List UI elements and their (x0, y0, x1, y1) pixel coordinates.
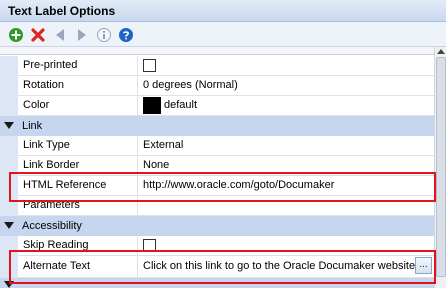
category-partial (0, 278, 434, 288)
property-name: Link Type (18, 136, 138, 156)
property-name: Pre-printed (18, 56, 138, 76)
arrow-right-icon[interactable] (74, 27, 90, 43)
property-value (139, 236, 434, 256)
property-row-link-type[interactable]: Link Type External (0, 136, 434, 156)
link-type-value[interactable]: External (139, 136, 434, 156)
property-row-alternate-text[interactable]: Alternate Text Click on this link to go … (0, 256, 434, 278)
property-name: HTML Reference (18, 176, 138, 196)
category-label: Link (22, 120, 43, 132)
row-gutter (0, 196, 18, 216)
scroll-up-icon[interactable] (437, 49, 445, 54)
property-name: Skip Reading (18, 236, 138, 256)
delete-icon[interactable] (30, 27, 46, 43)
collapse-arrow-icon[interactable] (4, 222, 14, 229)
property-name: Alternate Text (18, 256, 138, 278)
scroll-thumb[interactable] (436, 57, 446, 277)
alternate-text-value[interactable]: Click on this link to go to the Oracle D… (139, 256, 434, 278)
property-name: Rotation (18, 76, 138, 96)
property-value (139, 56, 434, 76)
row-gutter (0, 56, 18, 76)
row-gutter (0, 176, 18, 196)
property-name: Link Border (18, 156, 138, 176)
property-row-preprinted[interactable]: Pre-printed (0, 56, 434, 76)
toolbar (0, 22, 446, 47)
property-grid: Pre-printed Rotation 0 degrees (Normal) … (0, 47, 446, 288)
row-gutter (0, 76, 18, 96)
rotation-value[interactable]: 0 degrees (Normal) (139, 76, 434, 96)
property-name: Parameters (18, 196, 138, 216)
alternate-text-input[interactable]: Click on this link to go to the Oracle D… (143, 260, 418, 272)
property-row-rotation[interactable]: Rotation 0 degrees (Normal) (0, 76, 434, 96)
row-gutter (0, 156, 18, 176)
collapse-arrow-icon[interactable] (4, 122, 14, 129)
property-row-parameters[interactable]: Parameters (0, 196, 434, 216)
html-reference-value[interactable]: http://www.oracle.com/goto/Documaker (139, 176, 434, 196)
category-link[interactable]: Link (0, 116, 434, 136)
collapse-arrow-icon[interactable] (4, 281, 14, 288)
row-gutter (0, 96, 18, 116)
link-border-value[interactable]: None (139, 156, 434, 176)
parameters-value[interactable] (139, 196, 434, 216)
color-swatch (143, 97, 161, 114)
vertical-scrollbar[interactable] (434, 47, 446, 288)
property-row-html-reference[interactable]: HTML Reference http://www.oracle.com/got… (0, 176, 434, 196)
ellipsis-button[interactable]: ... (415, 257, 432, 274)
window-title: Text Label Options (0, 0, 446, 22)
category-accessibility[interactable]: Accessibility (0, 216, 434, 236)
arrow-left-icon[interactable] (52, 27, 68, 43)
row-gutter (0, 136, 18, 156)
property-row-link-border[interactable]: Link Border None (0, 156, 434, 176)
skip-reading-checkbox[interactable] (143, 239, 156, 252)
preprinted-checkbox[interactable] (143, 59, 156, 72)
category-label: Accessibility (22, 220, 82, 232)
property-name: Color (18, 96, 138, 116)
row-gutter (0, 256, 18, 278)
property-row-color[interactable]: Color default (0, 96, 434, 116)
info-icon[interactable] (96, 27, 112, 43)
property-row-skip-reading[interactable]: Skip Reading (0, 236, 434, 256)
color-value[interactable]: default (139, 96, 434, 116)
color-value-label: default (164, 99, 198, 111)
help-icon[interactable] (118, 27, 134, 43)
grid-header (0, 47, 434, 55)
add-icon[interactable] (8, 27, 24, 43)
row-gutter (0, 236, 18, 256)
